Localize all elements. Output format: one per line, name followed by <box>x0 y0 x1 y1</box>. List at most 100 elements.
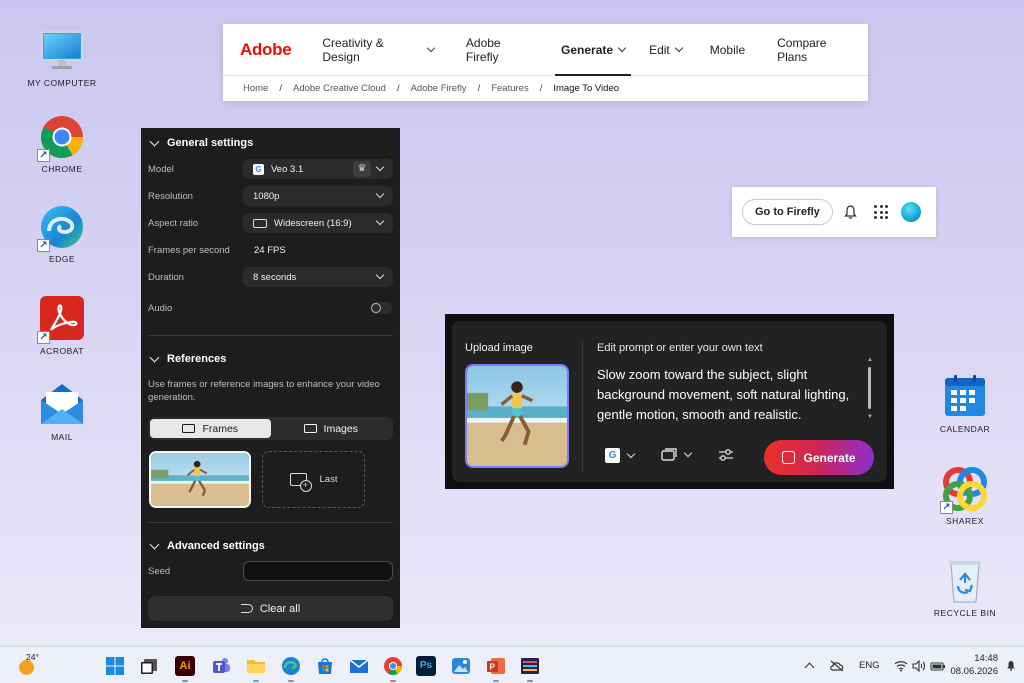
taskbar-task-view[interactable] <box>139 656 159 676</box>
store-icon <box>318 658 332 674</box>
nav-item-label: Adobe Firefly <box>465 35 501 64</box>
desktop-icon-sharex[interactable]: ↗ SHAREX <box>925 466 1005 526</box>
prompt-scrollbar[interactable]: ▲ ▼ <box>867 357 873 428</box>
taskbar-illustrator[interactable]: Ai <box>175 656 195 682</box>
audio-toggle[interactable] <box>370 302 392 314</box>
chevron-down-icon <box>617 43 627 52</box>
desktop-icon-chrome[interactable]: ↗ CHROME <box>22 114 102 174</box>
resolution-select[interactable]: 1080p <box>243 186 393 206</box>
audio-label: Audio <box>148 302 173 314</box>
media-app-icon <box>521 658 539 674</box>
aspect-ratio-row: Aspect ratio Widescreen (16:9) <box>141 213 400 233</box>
nav-item-adobe-firefly[interactable]: Adobe Firefly <box>456 24 545 76</box>
scroll-thumb[interactable] <box>868 367 871 409</box>
breadcrumb-creative-cloud[interactable]: Adobe Creative Cloud <box>293 83 386 94</box>
desktop-icon-mail[interactable]: MAIL <box>22 382 102 442</box>
generate-button[interactable]: Generate <box>764 440 874 475</box>
volume-icon[interactable] <box>912 659 926 672</box>
edge-icon: ↗ <box>37 204 85 252</box>
chevron-down-icon <box>375 216 385 226</box>
nav-item-compare-plans[interactable]: Compare Plans <box>767 24 868 76</box>
film-frames-icon <box>182 424 196 433</box>
shortcut-arrow-icon: ↗ <box>37 331 50 344</box>
notification-bell-icon[interactable] <box>1006 660 1016 671</box>
nav-item-generate[interactable]: Generate <box>551 24 635 76</box>
start-button[interactable] <box>105 656 125 676</box>
chevron-down-icon <box>149 136 160 146</box>
model-row: Model G Veo 3.1 ♛ <box>141 159 400 179</box>
aspect-ratio-select[interactable]: Widescreen (16:9) <box>243 213 393 233</box>
desktop-icon-acrobat[interactable]: ↗ ACROBAT <box>22 296 102 356</box>
tab-frames[interactable]: Frames <box>150 419 271 438</box>
taskbar: 24° Ai Ps P ENG 14:48 08.06.2026 <box>0 646 1024 683</box>
references-header[interactable]: References <box>141 352 226 365</box>
breadcrumb-home[interactable]: Home <box>243 83 268 94</box>
chevron-down-icon <box>683 448 693 458</box>
last-frame-label: Last <box>319 474 338 485</box>
scroll-down-icon[interactable]: ▼ <box>867 414 873 420</box>
breadcrumb-firefly[interactable]: Adobe Firefly <box>411 83 467 94</box>
photos-icon <box>452 658 470 674</box>
taskbar-photos[interactable] <box>451 656 471 676</box>
aspect-ratio-icon <box>661 448 677 461</box>
go-to-firefly-button[interactable]: Go to Firefly <box>742 199 833 225</box>
avatar[interactable] <box>901 202 921 222</box>
battery-icon[interactable] <box>930 660 946 672</box>
nav-item-mobile[interactable]: Mobile <box>700 24 755 76</box>
taskbar-store[interactable] <box>315 656 335 676</box>
chevron-up-icon[interactable] <box>804 662 815 673</box>
cloud-off-icon[interactable] <box>829 659 845 673</box>
clear-all-button[interactable]: Clear all <box>148 596 393 621</box>
desktop-icon-calendar[interactable]: CALENDAR <box>925 374 1005 434</box>
advanced-settings-header[interactable]: Advanced settings <box>141 539 265 552</box>
seed-input[interactable] <box>243 561 393 581</box>
first-frame-thumbnail[interactable] <box>149 451 251 508</box>
aspect-ratio-picker-button[interactable] <box>661 448 693 462</box>
language-indicator[interactable]: ENG <box>859 660 880 671</box>
desktop-icon-label: EDGE <box>48 254 76 264</box>
google-icon: G <box>605 448 620 463</box>
taskbar-edge[interactable] <box>281 656 301 682</box>
desktop-icon-edge[interactable]: ↗ EDGE <box>22 204 102 264</box>
chevron-down-icon <box>426 43 436 52</box>
nav-item-edit[interactable]: Edit <box>639 24 692 76</box>
advanced-settings-title: Advanced settings <box>167 540 265 552</box>
system-tray: ENG <box>804 647 946 683</box>
prompt-card: Upload image Edit prompt or enter your o… <box>445 314 894 489</box>
scroll-up-icon[interactable]: ▲ <box>867 357 873 363</box>
duration-select[interactable]: 8 seconds <box>243 267 393 287</box>
breadcrumb: Home / Adobe Creative Cloud / Adobe Fire… <box>223 76 868 101</box>
uploaded-image-thumbnail[interactable] <box>465 364 569 468</box>
taskbar-photoshop[interactable]: Ps <box>416 656 436 676</box>
model-select[interactable]: G Veo 3.1 ♛ <box>243 159 393 179</box>
prompt-card-inner: Upload image Edit prompt or enter your o… <box>452 321 887 482</box>
settings-sliders-button[interactable] <box>718 448 734 462</box>
model-picker-button[interactable]: G <box>605 448 636 463</box>
resolution-value: 1080p <box>253 190 280 202</box>
taskbar-chrome[interactable] <box>383 656 403 682</box>
desktop-icon-my-computer[interactable]: MY COMPUTER <box>22 28 102 88</box>
taskbar-file-explorer[interactable] <box>246 656 266 682</box>
breadcrumb-features[interactable]: Features <box>491 83 529 94</box>
wifi-icon[interactable] <box>894 660 908 672</box>
taskbar-clock[interactable]: 14:48 08.06.2026 <box>950 652 998 678</box>
tab-images[interactable]: Images <box>271 419 392 438</box>
clock-date: 08.06.2026 <box>950 666 998 677</box>
taskbar-powerpoint[interactable]: P <box>486 656 506 682</box>
nav-item-creativity-design[interactable]: Creativity & Design <box>312 24 444 76</box>
nav-item-label: Mobile <box>709 42 746 57</box>
last-frame-upload[interactable]: Last <box>262 451 365 508</box>
general-settings-header[interactable]: General settings <box>141 136 253 149</box>
taskbar-media-app[interactable] <box>520 656 540 682</box>
bell-icon[interactable] <box>844 205 857 219</box>
prompt-textarea[interactable]: Slow zoom toward the subject, slight bac… <box>597 365 857 425</box>
apps-grid-icon[interactable] <box>874 205 888 219</box>
model-value: Veo 3.1 <box>271 163 304 175</box>
desktop-icon-recycle-bin[interactable]: RECYCLE BIN <box>925 558 1005 618</box>
adobe-logo[interactable]: Adobe <box>240 40 292 60</box>
taskbar-teams[interactable] <box>211 656 231 676</box>
aspect-ratio-value: Widescreen (16:9) <box>274 217 352 229</box>
taskbar-mail[interactable] <box>349 656 369 676</box>
breadcrumb-separator: / <box>279 83 282 94</box>
weather-widget[interactable]: 24° <box>17 652 39 677</box>
